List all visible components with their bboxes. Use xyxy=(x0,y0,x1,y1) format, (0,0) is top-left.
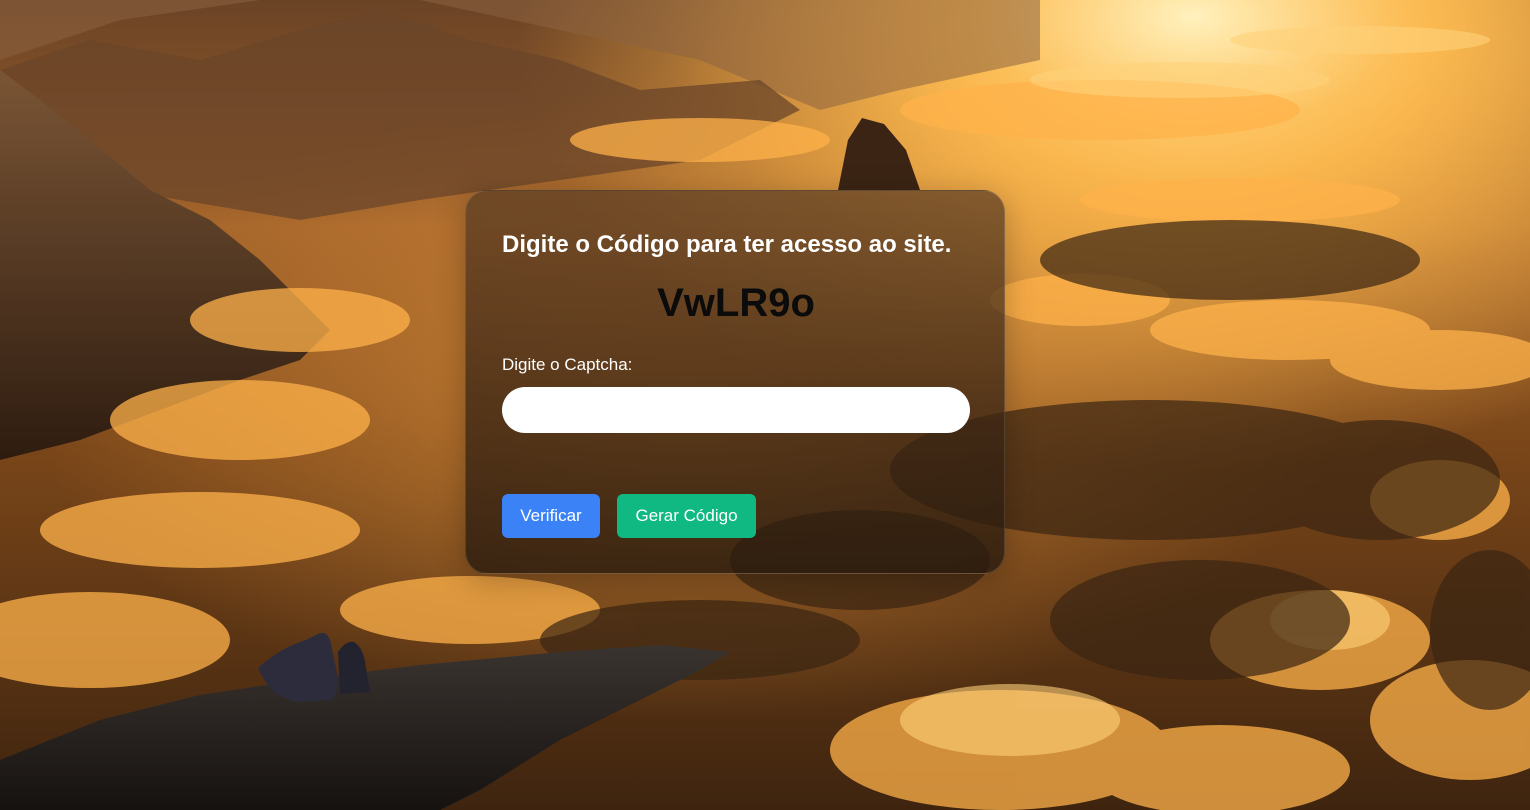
captcha-input-label: Digite o Captcha: xyxy=(502,355,633,374)
captcha-code: VwLR9o xyxy=(657,281,815,325)
captcha-title: Digite o Código para ter acesso ao site. xyxy=(502,231,952,258)
verify-button[interactable]: Verificar xyxy=(502,494,600,538)
login-page: Digite o Código para ter acesso ao site.… xyxy=(0,0,1530,810)
captcha-input[interactable] xyxy=(502,387,970,433)
generate-code-button[interactable]: Gerar Código xyxy=(617,494,756,538)
captcha-card: Digite o Código para ter acesso ao site.… xyxy=(465,190,1005,574)
